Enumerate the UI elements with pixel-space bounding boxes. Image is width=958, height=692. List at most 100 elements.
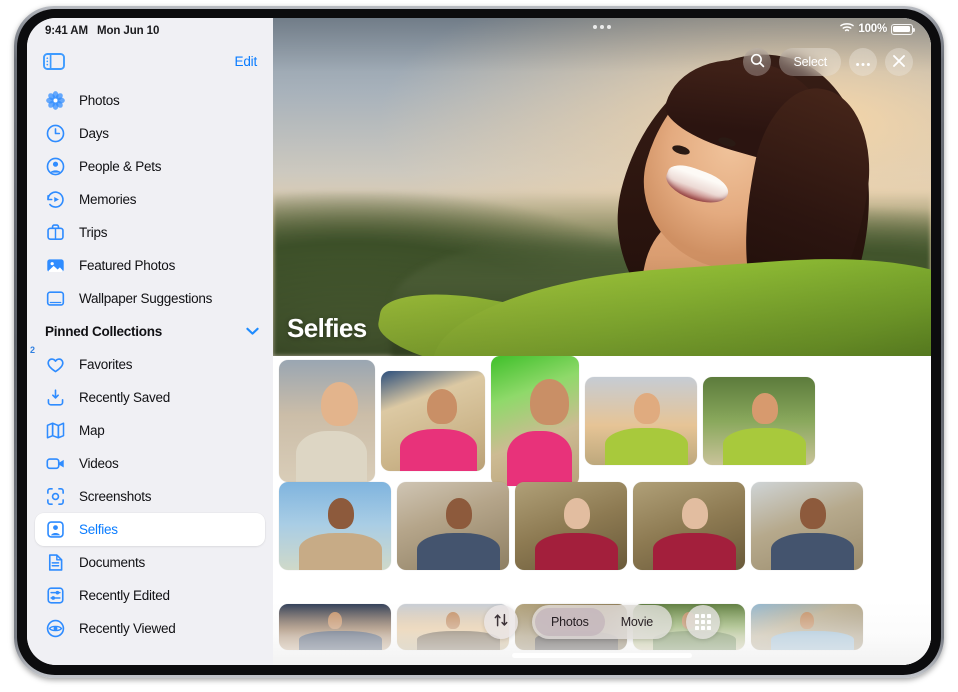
sidebar-item-label: Trips xyxy=(79,225,107,240)
grid-view-icon xyxy=(695,614,711,630)
sidebar-item-label: Videos xyxy=(79,456,119,471)
photo-grid-row xyxy=(273,360,931,482)
sidebar-item-label: Map xyxy=(79,423,105,438)
sidebar-item-wallpaper-suggestions[interactable]: Wallpaper Suggestions xyxy=(35,282,265,315)
photo-thumbnail[interactable] xyxy=(703,377,815,465)
screenshot-icon xyxy=(45,486,69,508)
photo-thumbnail[interactable] xyxy=(491,356,579,486)
sidebar-item-label: Recently Edited xyxy=(79,588,170,603)
sort-arrows-icon xyxy=(493,612,509,633)
sidebar-item-featured-photos[interactable]: Featured Photos xyxy=(35,249,265,282)
sidebar-item-favorites[interactable]: Favorites xyxy=(35,348,265,381)
sidebar-item-label: Memories xyxy=(79,192,136,207)
close-icon xyxy=(892,54,906,71)
status-bar-left: 9:41 AM Mon Jun 10 xyxy=(27,18,273,40)
sliders-icon xyxy=(45,585,69,607)
photo-thumbnail[interactable] xyxy=(751,482,863,570)
document-icon xyxy=(45,552,69,574)
person-circle-icon xyxy=(45,156,69,178)
photo-thumbnail[interactable] xyxy=(381,371,485,471)
edit-button[interactable]: Edit xyxy=(235,54,257,69)
home-indicator[interactable] xyxy=(512,653,692,658)
sidebar-item-label: Selfies xyxy=(79,522,118,537)
sidebar-item-label: People & Pets xyxy=(79,159,161,174)
thumbnail-subject-body xyxy=(605,428,688,465)
thumbnail-subject-face xyxy=(328,498,354,529)
ipad-device-frame: 2 9:41 AM Mon Jun 10 xyxy=(14,6,944,678)
main-content: Selfies xyxy=(273,18,931,665)
select-button[interactable]: Select xyxy=(779,48,841,76)
thumbnail-subject-body xyxy=(535,533,618,570)
bottom-toolbar: PhotosMovie xyxy=(273,605,931,639)
thumbnail-subject-body xyxy=(771,533,854,570)
sidebar-item-screenshots[interactable]: Screenshots xyxy=(35,480,265,513)
sidebar-item-label: Wallpaper Suggestions xyxy=(79,291,212,306)
photo-thumbnail[interactable] xyxy=(397,482,509,570)
pinned-collections-header[interactable]: Pinned Collections xyxy=(27,315,273,344)
thumbnail-subject-face xyxy=(682,498,708,529)
sidebar-item-label: Recently Viewed xyxy=(79,621,176,636)
search-button[interactable] xyxy=(743,48,771,76)
photo-grid-row xyxy=(273,482,931,604)
multitask-handle-icon[interactable] xyxy=(593,25,611,29)
thumbnail-subject-face xyxy=(752,393,778,424)
sidebar-item-recently-viewed[interactable]: Recently Viewed xyxy=(35,612,265,645)
search-icon xyxy=(750,53,765,71)
sidebar-item-label: Featured Photos xyxy=(79,258,175,273)
view-mode-segmented-control: PhotosMovie xyxy=(532,605,672,639)
sidebar-item-label: Favorites xyxy=(79,357,132,372)
thumbnail-subject-body xyxy=(723,428,806,465)
thumbnail-subject-face xyxy=(800,498,826,529)
sidebar-item-recently-edited[interactable]: Recently Edited xyxy=(35,579,265,612)
suitcase-icon xyxy=(45,222,69,244)
sidebar-primary-list: Photos Days People & Pets Memories Trips Feat… xyxy=(27,80,273,315)
bezel-callout-marker: 2 xyxy=(30,345,35,355)
photo-thumbnail[interactable] xyxy=(515,482,627,570)
thumbnail-subject-body xyxy=(400,429,477,471)
page-title: Selfies xyxy=(287,313,367,344)
photo-thumbnail[interactable] xyxy=(279,360,375,482)
sidebar-toggle-icon[interactable] xyxy=(43,53,65,70)
segment-photos[interactable]: Photos xyxy=(535,608,605,636)
chevron-down-icon[interactable] xyxy=(246,327,259,336)
close-button[interactable] xyxy=(885,48,913,76)
photo-thumbnail[interactable] xyxy=(279,482,391,570)
thumbnail-subject-face xyxy=(564,498,590,529)
sidebar-item-people-pets[interactable]: People & Pets xyxy=(35,150,265,183)
eye-icon xyxy=(45,618,69,640)
segment-movie[interactable]: Movie xyxy=(605,608,669,636)
sidebar-item-selfies[interactable]: Selfies xyxy=(35,513,265,546)
thumbnail-subject-body xyxy=(417,533,500,570)
more-options-button[interactable] xyxy=(849,48,877,76)
sidebar-item-videos[interactable]: Videos xyxy=(35,447,265,480)
sidebar-item-map[interactable]: Map xyxy=(35,414,265,447)
memories-play-icon xyxy=(45,189,69,211)
status-bar-date: Mon Jun 10 xyxy=(97,25,159,37)
thumbnail-subject-face xyxy=(530,379,569,425)
sidebar-item-documents[interactable]: Documents xyxy=(35,546,265,579)
photo-thumbnail[interactable] xyxy=(585,377,697,465)
sidebar-item-label: Photos xyxy=(79,93,120,108)
thumbnail-subject-face xyxy=(321,382,358,426)
grid-view-button[interactable] xyxy=(686,605,720,639)
sidebar-item-label: Days xyxy=(79,126,109,141)
thumbnail-subject-face xyxy=(634,393,660,424)
photo-thumbnail[interactable] xyxy=(633,482,745,570)
sidebar-item-label: Documents xyxy=(79,555,145,570)
thumbnail-subject-body xyxy=(653,533,736,570)
sidebar-pinned-list: Favorites Recently Saved Map Videos Screensh… xyxy=(27,344,273,645)
device-bezel: 9:41 AM Mon Jun 10 Edit xyxy=(17,9,941,675)
sidebar-item-memories[interactable]: Memories xyxy=(35,183,265,216)
sidebar-header: Edit xyxy=(27,42,273,80)
sidebar-item-photos[interactable]: Photos xyxy=(35,84,265,117)
photos-flower-icon xyxy=(45,90,69,112)
tray-download-icon xyxy=(45,387,69,409)
selfie-person-icon xyxy=(45,519,69,541)
sidebar-item-days[interactable]: Days xyxy=(35,117,265,150)
thumbnail-subject-face xyxy=(446,498,472,529)
sort-button[interactable] xyxy=(484,605,518,639)
heart-icon xyxy=(45,354,69,376)
thumbnail-subject-body xyxy=(296,431,367,482)
sidebar-item-recently-saved[interactable]: Recently Saved xyxy=(35,381,265,414)
sidebar-item-trips[interactable]: Trips xyxy=(35,216,265,249)
